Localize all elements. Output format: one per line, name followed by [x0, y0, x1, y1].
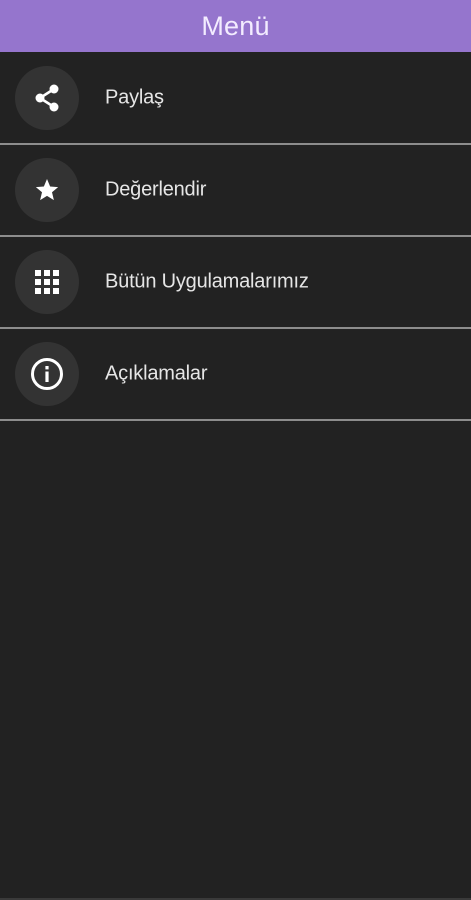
menu-item-descriptions[interactable]: Açıklamalar	[0, 329, 471, 421]
star-icon	[15, 158, 79, 222]
menu-item-share[interactable]: Paylaş	[0, 52, 471, 145]
info-icon	[15, 342, 79, 406]
menu-item-label: Açıklamalar	[105, 362, 208, 385]
menu-item-label: Bütün Uygulamalarımız	[105, 270, 309, 293]
menu-list: Paylaş Değerlendir Bütün Uygulamalarımız	[0, 52, 471, 421]
apps-grid-icon	[15, 250, 79, 314]
menu-item-label: Değerlendir	[105, 178, 207, 201]
menu-item-all-apps[interactable]: Bütün Uygulamalarımız	[0, 237, 471, 329]
app-header: Menü	[0, 0, 471, 52]
menu-item-label: Paylaş	[105, 86, 164, 108]
menu-item-rate[interactable]: Değerlendir	[0, 145, 471, 237]
share-icon	[15, 65, 79, 130]
page-title: Menü	[201, 10, 270, 41]
